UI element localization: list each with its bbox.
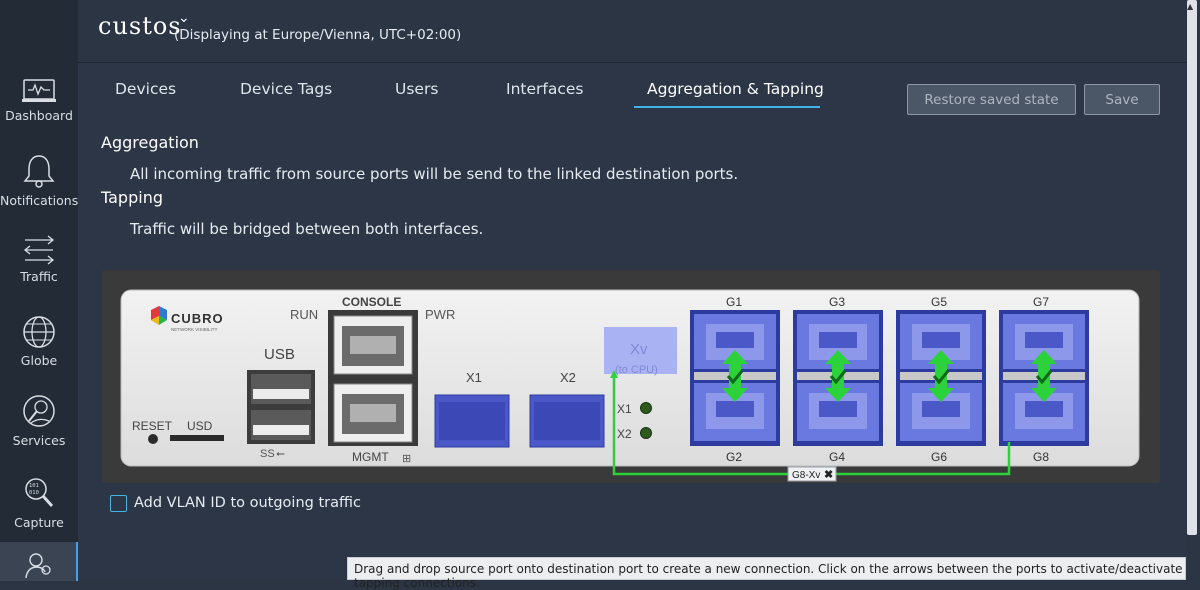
sidebar-item-services[interactable]: Services (0, 393, 78, 473)
aggregation-description: All incoming traffic from source ports w… (130, 165, 739, 183)
port-g3-label: G3 (829, 295, 845, 309)
network-symbol-icon: ⊞ (402, 453, 411, 465)
port-g4-label: G4 (829, 450, 845, 464)
pwr-label: PWR (425, 307, 455, 322)
hint-tooltip: Drag and drop source port onto destinati… (347, 557, 1186, 590)
save-button[interactable]: Save (1084, 84, 1160, 115)
port-g6-label: G6 (931, 450, 947, 464)
port-g1-label: G1 (726, 295, 742, 309)
sidebar-item-label: Notifications (0, 193, 79, 208)
sidebar-item-label: Traffic (20, 269, 58, 284)
vlan-checkbox[interactable] (110, 495, 127, 512)
active-tab-underline (634, 106, 820, 108)
tab-users[interactable]: Users (395, 80, 438, 98)
led-x2-label: X2 (617, 427, 632, 441)
sidebar-item-label: Globe (20, 353, 58, 368)
globe-icon (0, 315, 78, 349)
chevron-down-icon[interactable]: ⌄ (178, 10, 190, 26)
bell-icon (0, 153, 78, 189)
aggregation-heading: Aggregation (101, 133, 199, 152)
reset-label: RESET (132, 419, 173, 433)
usb-label: USB (264, 346, 295, 363)
svg-text:010: 010 (29, 490, 39, 496)
xv-label: Xv (630, 341, 648, 358)
remove-connection-close-icon[interactable]: ✖ (824, 469, 833, 481)
mgmt-label: MGMT (352, 450, 389, 464)
port-g2-label: G2 (726, 450, 742, 464)
sidebar-item-capture[interactable]: 101 010 Capture (0, 475, 78, 555)
usb-port-stack (247, 370, 315, 444)
app-logo[interactable]: custos (98, 12, 182, 40)
services-gear-icon (0, 393, 78, 429)
led-x1-label: X1 (617, 402, 632, 416)
vlan-checkbox-label[interactable]: Add VLAN ID to outgoing traffic (134, 495, 361, 511)
led-x1-indicator (640, 402, 652, 414)
tab-interfaces[interactable]: Interfaces (506, 80, 583, 98)
svg-text:101: 101 (29, 483, 39, 489)
users-icon (0, 548, 78, 580)
tab-device-tags[interactable]: Device Tags (240, 80, 332, 98)
tab-devices[interactable]: Devices (115, 80, 176, 98)
reset-button (148, 434, 158, 444)
usb-symbol-icon: ⭠ (276, 448, 285, 460)
tapping-heading: Tapping (101, 188, 163, 207)
run-label: RUN (290, 307, 318, 322)
sidebar-item-label: Capture (14, 515, 64, 530)
xv-sub-label: (to CPU) (615, 364, 658, 376)
sidebar: Dashboard Notifications Traffic Globe Se… (0, 0, 78, 581)
traffic-arrows-icon (0, 235, 78, 265)
usd-slot (170, 435, 224, 441)
tab-aggregation-tapping[interactable]: Aggregation & Tapping (647, 80, 824, 98)
scroll-up-arrow-icon[interactable]: ▲ (1187, 2, 1193, 11)
ss-label: SS (260, 448, 275, 460)
led-x2-indicator (640, 427, 652, 439)
sidebar-item-dashboard[interactable]: Dashboard (0, 78, 78, 158)
sfp-port-x1[interactable] (434, 394, 510, 448)
timezone-label: (Displaying at Europe/Vienna, UTC+02:00) (174, 27, 462, 43)
capture-magnifier-icon: 101 010 (0, 475, 78, 511)
tapping-description: Traffic will be bridged between both int… (130, 220, 484, 238)
connection-label: G8-Xv (792, 470, 820, 481)
sidebar-item-label: Services (12, 433, 66, 448)
console-rj45-port (328, 310, 418, 446)
sidebar-item-users[interactable] (0, 548, 78, 581)
port-g7-label: G7 (1033, 295, 1049, 309)
sfp-port-x2[interactable] (529, 394, 605, 448)
x2-port-label: X2 (560, 370, 576, 385)
x1-port-label: X1 (466, 370, 482, 385)
port-g5-label: G5 (931, 295, 947, 309)
sidebar-item-traffic[interactable]: Traffic (0, 235, 78, 315)
sidebar-item-notifications[interactable]: Notifications (0, 153, 78, 233)
device-brand: CUBRO (171, 311, 224, 326)
dashboard-icon (0, 78, 78, 104)
sidebar-item-label: Dashboard (5, 108, 73, 123)
port-g8-label: G8 (1033, 450, 1049, 464)
console-label: CONSOLE (342, 295, 401, 309)
device-brand-sub: NETWORK VISIBILITY (171, 327, 218, 332)
device-front-panel: CUBRO NETWORK VISIBILITY RUN CONSOLE PWR… (102, 270, 1160, 489)
usd-label: USD (187, 419, 213, 433)
scrollbar-thumb[interactable] (1187, 0, 1197, 535)
header: custos ⌄ (Displaying at Europe/Vienna, U… (78, 0, 1200, 62)
restore-saved-state-button[interactable]: Restore saved state (907, 84, 1076, 115)
sidebar-item-globe[interactable]: Globe (0, 315, 78, 395)
